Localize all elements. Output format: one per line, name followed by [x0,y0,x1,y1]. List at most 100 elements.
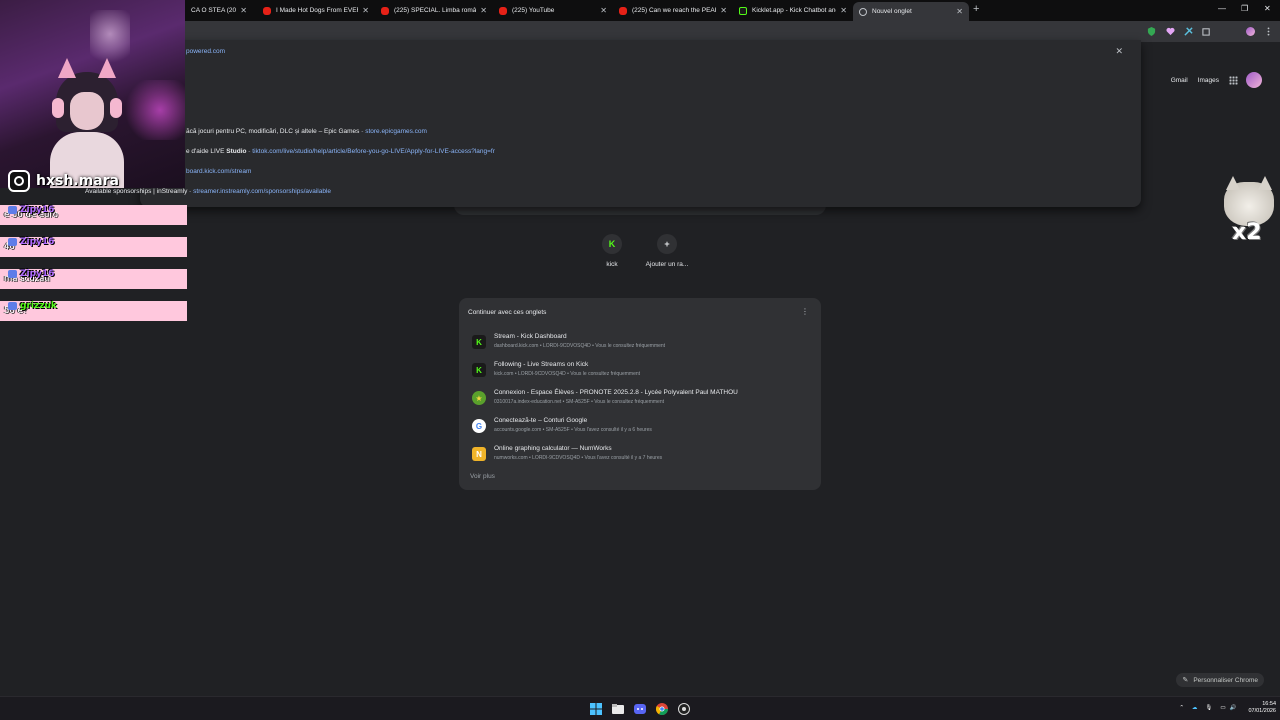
tab-new-tab-active[interactable]: Nouvel onglet ✕ [853,2,969,21]
suggestion-url: tiktok.com/live/studio/help/article/Befo… [252,148,495,155]
gmail-link[interactable]: Gmail [1171,77,1188,84]
file-explorer-icon[interactable] [612,703,624,715]
tab-title: (225) Can we reach the PEAK w [632,7,717,14]
tab-5[interactable]: (225) Can we reach the PEAK w ✕ [613,2,733,19]
tab-title: (225) SPECIAL. Limba română, [394,7,477,14]
suggestion-url: board.kick.com/stream [186,168,252,175]
continue-item[interactable]: G Conectează-te – Conturi Google account… [470,414,810,438]
dropdown-top-url[interactable]: powered.com [186,48,225,55]
omnibox-dropdown: powered.com ✕ ăcă jocuri pentru PC, modi… [85,40,1141,207]
shortcut-label: kick [606,261,618,268]
ntp-top-links: Gmail Images [1161,72,1262,88]
more-menu-icon[interactable] [1264,27,1273,36]
google-icon: G [472,419,486,433]
shortcut-kick[interactable]: K kick [582,234,642,268]
background-lights [90,10,130,70]
tab-title: Kicklet.app - Kick Chatbot and [752,7,837,14]
chat-username: grizzuk [20,301,57,311]
account-avatar[interactable] [1246,72,1262,88]
customize-chrome-button[interactable]: ✎ Personnaliser Chrome [1176,673,1264,687]
suggestion-row[interactable]: board.kick.com/stream [186,168,251,175]
windows-start-icon[interactable] [590,703,602,715]
close-icon[interactable]: ✕ [1115,46,1123,57]
continue-item[interactable]: K Following - Live Streams on Kick kick.… [470,358,810,382]
close-icon[interactable]: ✕ [600,6,607,15]
instagram-handle: hxsh.mara [8,170,119,192]
close-icon[interactable]: ✕ [720,6,727,15]
network-icon[interactable]: ▭ [1220,705,1225,711]
window-close-icon[interactable]: ✕ [1264,4,1271,13]
clock-time: 16:54 [1262,701,1276,707]
restore-icon[interactable]: ❐ [1241,4,1248,13]
clock-date: 07/01/2026 [1248,708,1276,714]
kick-icon: K [602,234,622,254]
close-icon[interactable]: ✕ [362,6,369,15]
customize-label: Personnaliser Chrome [1193,676,1258,684]
pronote-icon: ★ [472,391,486,405]
puzzle-icon[interactable] [1202,27,1211,36]
numworks-icon: N [472,447,486,461]
platform-icon [8,238,17,246]
toolbar [0,21,1280,42]
close-icon[interactable]: ✕ [956,7,963,16]
system-tray: ⌃ ☁ 🎙 ▭ 🔊 16:54 07/01/2026 [1179,701,1276,715]
close-icon[interactable]: ✕ [480,6,487,15]
kick-icon [739,6,747,15]
discord-icon[interactable] [634,703,646,715]
chat-username: Zipy16 [20,237,55,247]
chevron-up-icon[interactable]: ⌃ [1179,705,1184,711]
youtube-icon [263,6,271,15]
item-subtitle: kick.com • LORDI-9CDVOSQ4D • Vous le con… [494,371,641,377]
suggestion-row[interactable]: ăcă jocuri pentru PC, modificări, DLC și… [186,128,427,135]
tab-6[interactable]: Kicklet.app - Kick Chatbot and ✕ [733,2,853,19]
volume-icon[interactable]: 🔊 [1230,705,1237,711]
tab-1[interactable]: CA O STEA (2009 ✕ [185,2,253,19]
extension-icon[interactable] [1184,27,1193,36]
chat-username: Zipy16 [20,269,55,279]
images-link[interactable]: Images [1198,77,1219,84]
continue-tabs-card: Continuer avec ces onglets ⋮ K Stream - … [459,298,821,490]
plus-icon: + [657,234,677,254]
obs-icon[interactable] [678,703,690,715]
youtube-icon [499,6,507,15]
google-apps-icon[interactable] [1229,75,1238,85]
mic-icon[interactable]: 🎙 [1205,705,1212,711]
new-tab-plus-icon[interactable]: + [973,3,979,15]
close-icon[interactable]: ✕ [240,6,247,15]
webcam-overlay [0,0,185,188]
youtube-icon [619,6,627,15]
clock[interactable]: 16:54 07/01/2026 [1248,701,1276,715]
extension-heart-icon[interactable] [1166,27,1175,36]
shield-check-icon[interactable] [1147,27,1156,36]
shortcut-add[interactable]: + Ajouter un ra... [637,234,697,268]
multiplier-label: x2 [1232,220,1262,245]
chat-message: Zipy16 e 50 de euro [0,205,187,225]
suggestion-row[interactable]: e d'aide LIVE Studio - tiktok.com/live/s… [186,148,495,155]
close-icon[interactable]: ✕ [840,6,847,15]
minimize-icon[interactable]: — [1218,4,1226,13]
kick-icon: K [472,335,486,349]
cat-sticker: x2 [1222,176,1278,250]
continue-item[interactable]: K Stream - Kick Dashboard dashboard.kick… [470,330,810,354]
tab-4[interactable]: (225) YouTube ✕ [493,2,613,19]
item-title: Stream - Kick Dashboard [494,333,567,340]
item-subtitle: accounts.google.com • SM-A525F • Vous l'… [494,427,652,433]
item-subtitle: dashboard.kick.com • LORDI-9CDVOSQ4D • V… [494,343,666,349]
cloud-icon[interactable]: ☁ [1192,705,1198,711]
item-subtitle: 0310017a.index-education.net • SM-A525F … [494,399,664,405]
voir-plus-link[interactable]: Voir plus [470,473,495,480]
item-subtitle: numworks.com • LORDI-9CDVOSQ4D • Vous l'… [494,455,663,461]
chrome-icon[interactable] [656,703,668,715]
tab-3[interactable]: (225) SPECIAL. Limba română, ✕ [375,2,493,19]
more-vert-icon[interactable]: ⋮ [801,307,809,316]
tab-2[interactable]: I Made Hot Dogs From EVERY ✕ [257,2,375,19]
kick-icon: K [472,363,486,377]
shortcut-label: Ajouter un ra... [645,261,689,268]
tab-title: (225) YouTube [512,7,555,14]
continue-item[interactable]: N Online graphing calculator — NumWorks … [470,442,810,466]
profile-avatar[interactable] [1246,27,1255,36]
suggestion-text: ăcă jocuri pentru PC, modificări, DLC și… [186,128,360,135]
suggestion-url: streamer.instreamly.com/sponsorships/ava… [193,188,332,195]
suggestion-text-bold: Studio [226,148,247,155]
continue-item[interactable]: ★ Connexion - Espace Élèves - PRONOTE 20… [470,386,810,410]
